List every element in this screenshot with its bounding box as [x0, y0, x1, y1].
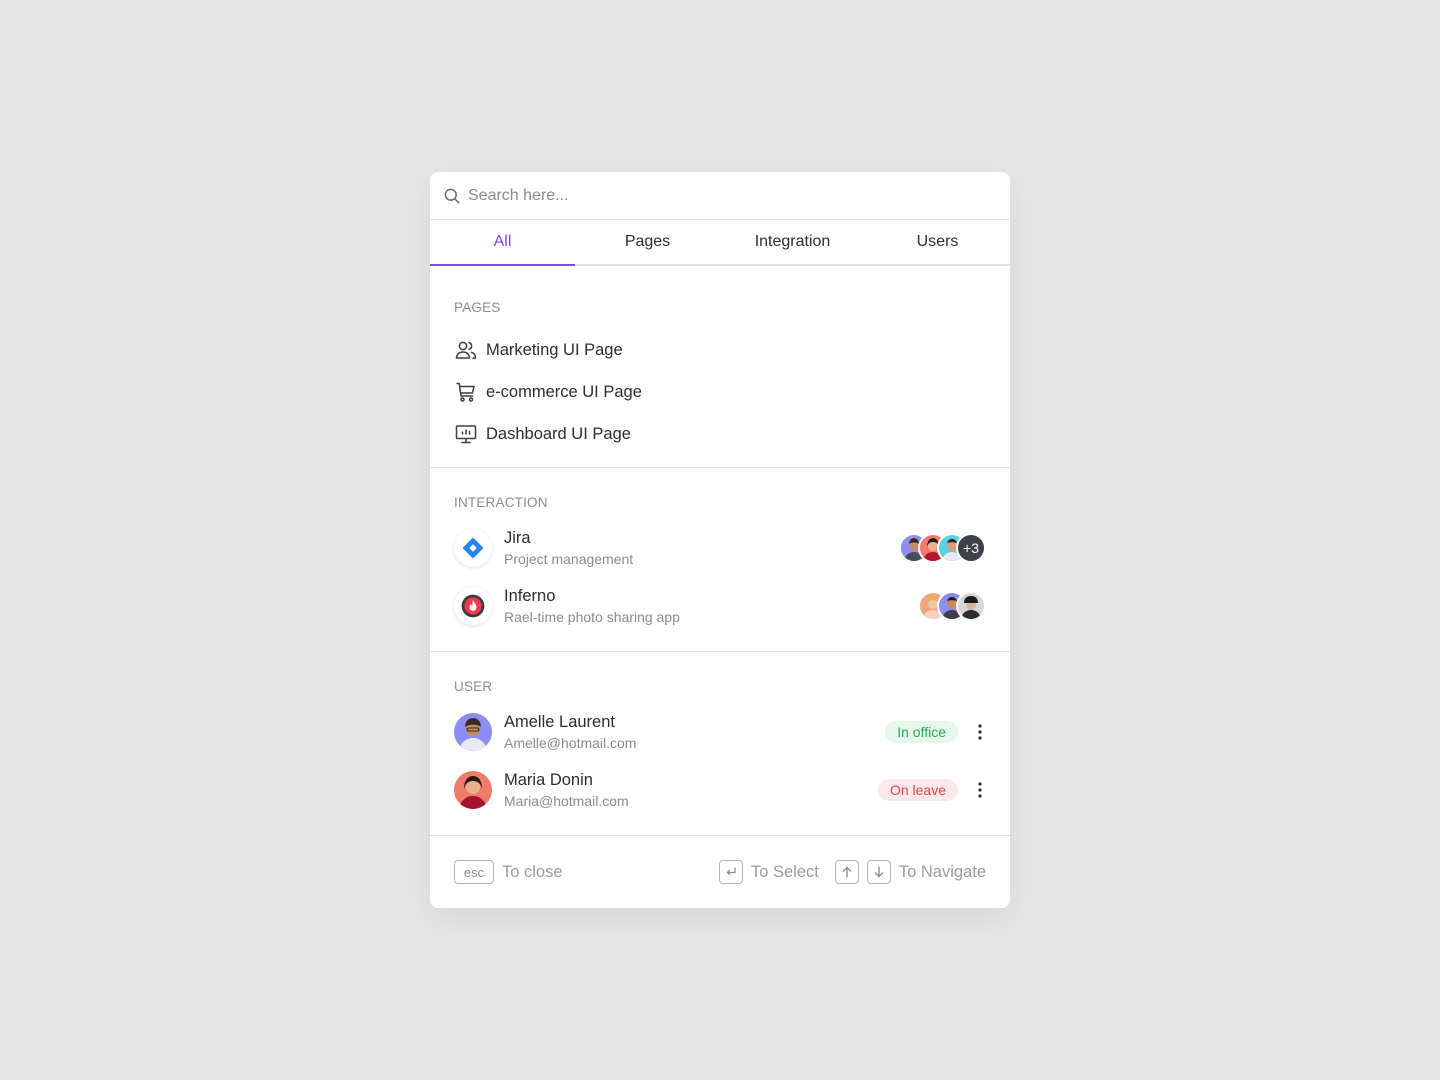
- monitor-icon: [455, 425, 477, 444]
- user-email: Amelle@hotmail.com: [504, 735, 637, 751]
- more-members-count: +3: [956, 533, 986, 563]
- user-item-maria[interactable]: Maria Donin Maria@hotmail.com On leave: [454, 761, 986, 819]
- avatar: [454, 713, 492, 751]
- user-section-title: USER: [454, 679, 493, 694]
- pages-section-title: PAGES: [454, 300, 501, 315]
- user-name: Amelle Laurent: [504, 713, 615, 731]
- close-hint: To close: [502, 862, 563, 881]
- esc-key: esc: [454, 860, 494, 884]
- interaction-description: Rael-time photo sharing app: [504, 609, 680, 625]
- kebab-menu-icon: [978, 782, 982, 798]
- interaction-item-jira[interactable]: Jira Project management +3: [454, 519, 986, 577]
- user-item-amelle[interactable]: Amelle Laurent Amelle@hotmail.com In off…: [454, 703, 986, 761]
- interaction-name: Jira: [504, 529, 531, 547]
- more-options-button[interactable]: [972, 780, 988, 800]
- interaction-item-inferno[interactable]: Inferno Rael-time photo sharing app: [454, 577, 986, 635]
- interaction-section-title: INTERACTION: [454, 495, 548, 510]
- keyboard-hints-footer: esc To close To Select To Navigate: [430, 836, 1010, 908]
- search-bar: [430, 172, 1010, 220]
- page-item-label: Dashboard UI Page: [486, 424, 631, 443]
- arrow-up-key-icon: [834, 860, 859, 884]
- member-avatars[interactable]: +3: [899, 533, 986, 563]
- avatar: [956, 591, 986, 621]
- user-section: USER Amelle Laurent Amelle@hotmail.com I…: [430, 652, 1010, 836]
- avatar: [454, 771, 492, 809]
- member-avatars[interactable]: [918, 591, 986, 621]
- inferno-logo-icon: [454, 587, 492, 625]
- user-email: Maria@hotmail.com: [504, 793, 629, 809]
- more-options-button[interactable]: [972, 722, 988, 742]
- arrow-down-key-icon: [866, 860, 891, 884]
- cart-icon: [456, 382, 475, 402]
- command-palette: All Pages Integration Users PAGES Market…: [430, 172, 1010, 908]
- select-hint: To Select: [750, 862, 819, 881]
- tab-users[interactable]: Users: [865, 220, 1010, 264]
- tab-integration[interactable]: Integration: [720, 220, 865, 264]
- interaction-section: INTERACTION Jira Project management +3 I…: [430, 468, 1010, 652]
- page-item-ecommerce[interactable]: e-commerce UI Page: [454, 371, 986, 413]
- interaction-name: Inferno: [504, 587, 556, 605]
- tab-all[interactable]: All: [430, 220, 575, 266]
- status-badge: On leave: [877, 779, 958, 801]
- pages-section: PAGES Marketing UI Page e-commerce UI Pa…: [430, 266, 1010, 468]
- jira-logo-icon: [454, 529, 492, 567]
- navigate-hint: To Navigate: [898, 862, 986, 881]
- enter-key-icon: [718, 860, 743, 884]
- tab-bar: All Pages Integration Users: [430, 220, 1010, 266]
- page-item-label: Marketing UI Page: [486, 340, 623, 359]
- interaction-description: Project management: [504, 551, 634, 567]
- search-icon: [444, 188, 460, 203]
- search-input[interactable]: [468, 180, 948, 211]
- tab-pages[interactable]: Pages: [575, 220, 720, 264]
- status-badge: In office: [885, 721, 958, 743]
- users-icon: [455, 341, 477, 359]
- kebab-menu-icon: [978, 724, 982, 740]
- page-item-dashboard[interactable]: Dashboard UI Page: [454, 413, 986, 455]
- user-name: Maria Donin: [504, 771, 593, 789]
- page-item-marketing[interactable]: Marketing UI Page: [454, 329, 986, 371]
- page-item-label: e-commerce UI Page: [486, 382, 642, 401]
